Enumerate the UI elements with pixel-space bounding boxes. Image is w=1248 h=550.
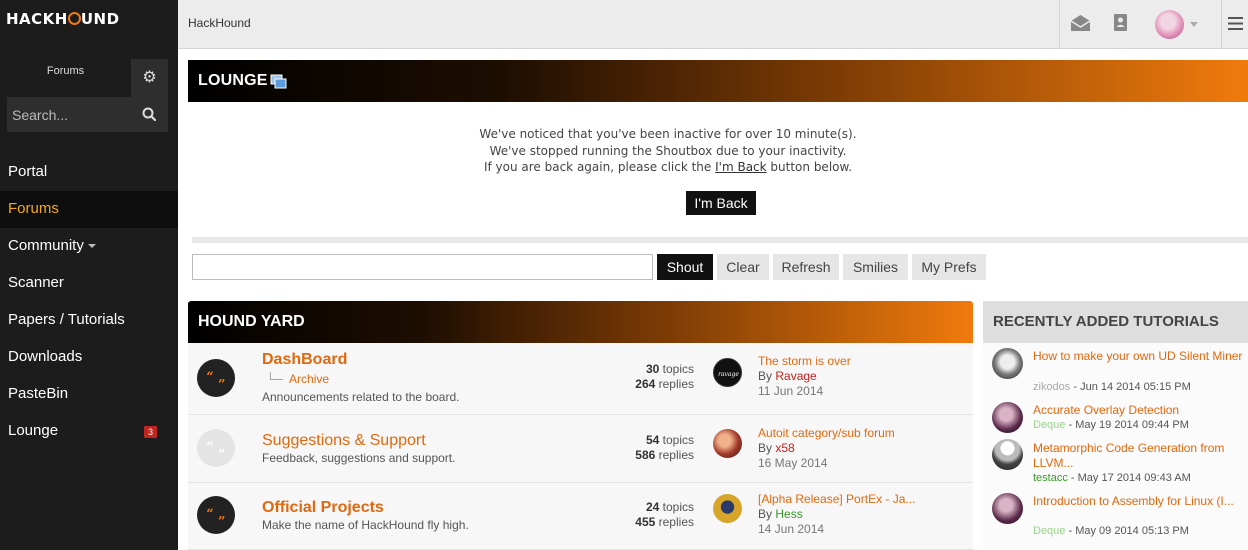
forum-row-official-projects: “ „ Official Projects Make the name of H… <box>188 483 973 550</box>
quote-icon: “ „ <box>197 359 235 397</box>
quote-icon: “ „ <box>197 496 235 534</box>
forum-row-suggestions: “ „ Suggestions & Support Feedback, sugg… <box>188 415 973 483</box>
sidebar-nav: Portal Forums Community Scanner Papers /… <box>0 154 178 450</box>
envelope-icon <box>1070 15 1091 31</box>
lounge-title: LOUNGE <box>198 72 268 89</box>
caret-down-icon <box>87 244 96 248</box>
sidebar-item-pastebin[interactable]: PasteBin <box>0 376 178 413</box>
tutorial-meta: zikodos - Jun 14 2014 05:15 PM <box>1033 381 1191 393</box>
im-back-link[interactable]: I'm Back <box>715 160 766 174</box>
smilies-button[interactable]: Smilies <box>843 254 908 280</box>
tutorial-meta: testacc - May 17 2014 09:43 AM <box>1033 472 1191 484</box>
tutorial-meta: Deque - May 09 2014 05:13 PM <box>1033 525 1189 537</box>
recent-tutorials-header: RECENTLY ADDED TUTORIALS <box>983 301 1248 343</box>
branch-icon: └─ <box>266 372 284 386</box>
site-logo[interactable]: HACKH UND <box>6 10 120 28</box>
caret-down-icon <box>1190 22 1198 27</box>
im-back-button[interactable]: I'm Back <box>686 191 756 215</box>
contacts-button[interactable] <box>1100 0 1141 48</box>
last-post-date: 11 Jun 2014 <box>758 384 824 398</box>
avatar[interactable] <box>713 494 742 523</box>
messages-button[interactable] <box>1059 0 1100 48</box>
avatar[interactable] <box>992 493 1023 524</box>
gear-icon: ⚙ <box>142 69 157 86</box>
avatar[interactable] <box>992 348 1023 379</box>
last-post-title[interactable]: [Alpha Release] PortEx - Ja... <box>758 492 915 506</box>
quote-icon: “ „ <box>197 429 235 467</box>
last-post-author: By Ravage <box>758 369 817 383</box>
lounge-header: LOUNGE <box>188 60 1248 102</box>
forum-description: Announcements related to the board. <box>262 390 460 404</box>
avatar[interactable] <box>992 402 1023 433</box>
sidebar: HACKHUND Forums ⚙ Portal Forums Communit… <box>0 0 178 550</box>
search-icon[interactable] <box>132 97 168 132</box>
refresh-button[interactable]: Refresh <box>773 254 839 280</box>
last-post-date: 14 Jun 2014 <box>758 522 825 536</box>
top-bar: HackHound <box>178 0 1248 49</box>
inactivity-message: We've noticed that you've been inactive … <box>479 127 857 174</box>
hamburger-icon <box>1228 17 1243 30</box>
sidebar-tab-row: Forums ⚙ <box>0 59 178 97</box>
avatar[interactable] <box>713 429 742 458</box>
svg-text:ravage: ravage <box>718 371 739 378</box>
hound-yard-header: HOUND YARD <box>188 301 973 343</box>
last-post-author: By x58 <box>758 441 795 455</box>
sidebar-item-forums[interactable]: Forums <box>0 191 178 228</box>
last-post-title[interactable]: Autoit category/sub forum <box>758 426 895 440</box>
forum-title[interactable]: Suggestions & Support <box>262 432 426 450</box>
hound-yard-title: HOUND YARD <box>198 313 305 330</box>
subforum-link[interactable]: └─ Archive <box>266 372 329 386</box>
sidebar-item-community[interactable]: Community <box>0 228 178 265</box>
recent-tutorials-list: How to make your own UD Silent Miner zik… <box>983 343 1248 550</box>
forum-description: Make the name of HackHound fly high. <box>262 518 469 532</box>
tutorial-title[interactable]: How to make your own UD Silent Miner <box>1033 349 1243 364</box>
tab-forums[interactable]: Forums <box>0 59 131 97</box>
sidebar-item-scanner[interactable]: Scanner <box>0 265 178 302</box>
search-input[interactable] <box>7 97 137 132</box>
forum-stats: 30 topics 264 replies <box>635 362 694 391</box>
shout-button[interactable]: Shout <box>657 254 713 280</box>
main-menu-button[interactable] <box>1221 0 1248 48</box>
avatar[interactable] <box>992 439 1023 470</box>
power-icon <box>67 12 81 25</box>
sidebar-search <box>7 97 168 132</box>
forum-stats: 54 topics 586 replies <box>635 433 694 462</box>
notification-badge: 3 <box>144 426 157 438</box>
forum-stats: 24 topics 455 replies <box>635 500 694 529</box>
page-title: HackHound <box>188 16 251 30</box>
forum-row-dashboard: “ „ DashBoard └─ Archive Announcements re… <box>188 343 973 415</box>
user-link[interactable]: Ravage <box>775 369 816 383</box>
forum-title[interactable]: Official Projects <box>262 499 384 517</box>
contact-card-icon <box>1114 14 1127 31</box>
forum-description: Feedback, suggestions and support. <box>262 451 456 465</box>
last-post-author: By Hess <box>758 507 803 521</box>
last-post-date: 16 May 2014 <box>758 456 828 470</box>
shout-input[interactable] <box>192 254 653 280</box>
my-prefs-button[interactable]: My Prefs <box>912 254 986 280</box>
clear-button[interactable]: Clear <box>717 254 769 280</box>
user-link[interactable]: Hess <box>775 507 802 521</box>
avatar[interactable]: ravage <box>713 358 742 387</box>
tutorial-meta: Deque - May 19 2014 09:44 PM <box>1033 419 1189 431</box>
user-link[interactable]: x58 <box>775 441 794 455</box>
sidebar-item-portal[interactable]: Portal <box>0 154 178 191</box>
forum-title[interactable]: DashBoard <box>262 351 347 369</box>
user-menu-button[interactable] <box>1141 0 1207 48</box>
sidebar-item-papers-tutorials[interactable]: Papers / Tutorials <box>0 302 178 339</box>
sidebar-item-downloads[interactable]: Downloads <box>0 339 178 376</box>
windows-icon[interactable] <box>270 74 288 90</box>
tutorial-title[interactable]: Introduction to Assembly for Linux (I... <box>1033 494 1243 509</box>
avatar <box>1155 10 1184 39</box>
last-post-title[interactable]: The storm is over <box>758 354 851 368</box>
sidebar-item-lounge[interactable]: Lounge 3 <box>0 413 178 450</box>
shoutbox-divider <box>192 237 1248 243</box>
tutorial-title[interactable]: Metamorphic Code Generation from LLVM... <box>1033 441 1243 471</box>
tutorial-title[interactable]: Accurate Overlay Detection <box>1033 403 1243 418</box>
settings-button[interactable]: ⚙ <box>131 59 168 97</box>
